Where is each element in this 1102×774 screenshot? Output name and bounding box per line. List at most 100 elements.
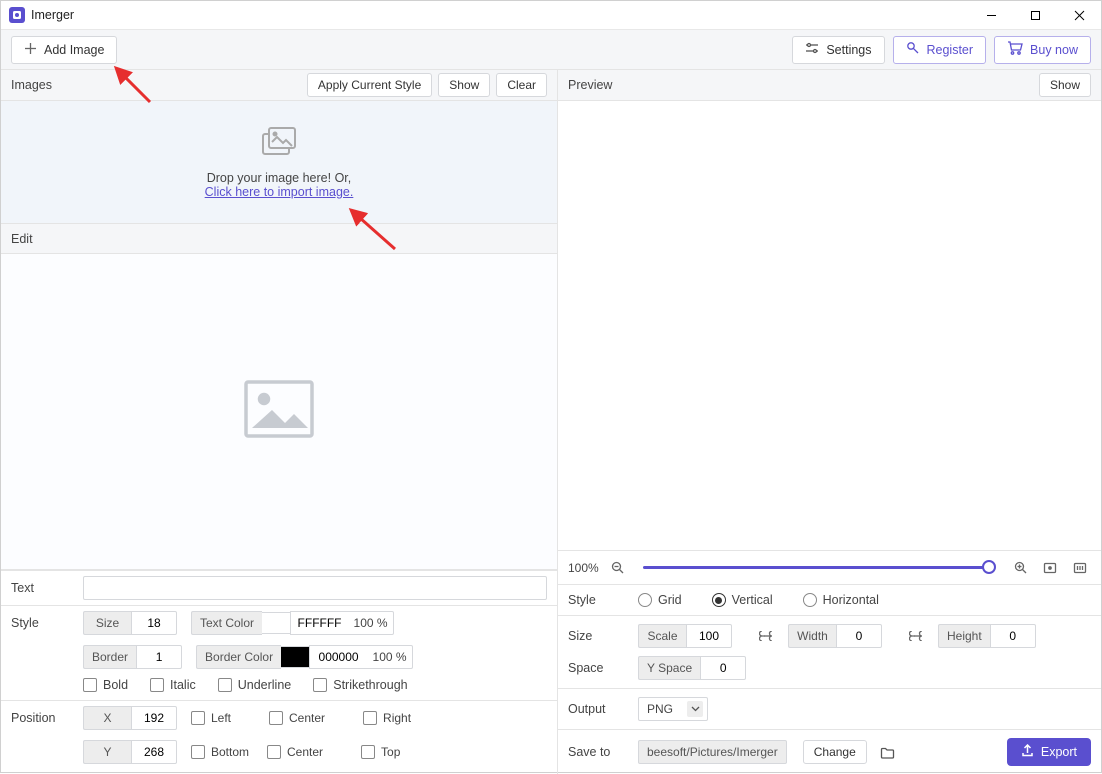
- dropzone-text: Drop your image here! Or,: [207, 171, 352, 185]
- hcenter-checkbox[interactable]: Center: [269, 711, 325, 725]
- grid-radio[interactable]: Grid: [638, 593, 682, 607]
- position-label: Position: [11, 711, 83, 725]
- key-icon: [906, 41, 920, 58]
- buy-now-label: Buy now: [1030, 43, 1078, 57]
- preview-style-row: Style Grid Vertical Horizontal: [558, 585, 1101, 615]
- edit-canvas: [1, 254, 557, 570]
- app-logo-icon: [9, 7, 25, 23]
- save-to-label: Save to: [568, 745, 628, 759]
- border-label: Border: [83, 645, 136, 669]
- bold-checkbox[interactable]: Bold: [83, 678, 128, 692]
- image-dropzone[interactable]: Drop your image here! Or, Click here to …: [1, 101, 557, 224]
- border-color-swatch[interactable]: [281, 646, 309, 668]
- yspace-input[interactable]: [700, 656, 746, 680]
- apply-current-style-button[interactable]: Apply Current Style: [307, 73, 432, 97]
- size-label: Size: [83, 611, 131, 635]
- vcenter-checkbox[interactable]: Center: [267, 745, 323, 759]
- text-color-hex-input[interactable]: [290, 611, 348, 635]
- width-input[interactable]: [836, 624, 882, 648]
- add-image-label: Add Image: [44, 43, 104, 57]
- actual-size-icon[interactable]: [1069, 557, 1091, 579]
- save-row: Save to beesoft/Pictures/Imerger Change …: [558, 730, 1101, 774]
- zoom-row: 100%: [558, 551, 1101, 585]
- text-color-pct[interactable]: 100 %: [348, 611, 394, 635]
- sliders-icon: [805, 42, 819, 57]
- window-close-button[interactable]: [1057, 1, 1101, 30]
- text-row: Text: [1, 571, 557, 605]
- text-color-swatch[interactable]: [262, 612, 290, 634]
- italic-checkbox[interactable]: Italic: [150, 678, 196, 692]
- scale-label: Scale: [638, 624, 686, 648]
- y-label: Y: [83, 740, 131, 764]
- text-color-label: Text Color: [191, 611, 262, 635]
- height-label: Height: [938, 624, 990, 648]
- horizontal-radio[interactable]: Horizontal: [803, 593, 879, 607]
- preview-space-row: Space Y Space: [558, 656, 1101, 688]
- settings-button[interactable]: Settings: [792, 36, 884, 64]
- window-maximize-button[interactable]: [1013, 1, 1057, 30]
- images-clear-button[interactable]: Clear: [496, 73, 547, 97]
- zoom-slider[interactable]: [643, 566, 995, 569]
- register-button[interactable]: Register: [893, 36, 987, 64]
- images-show-button[interactable]: Show: [438, 73, 490, 97]
- font-style-row: Bold Italic Underline Strikethrough: [1, 674, 557, 700]
- zoom-out-icon[interactable]: [607, 557, 629, 579]
- cart-icon: [1007, 41, 1023, 58]
- underline-checkbox[interactable]: Underline: [218, 678, 292, 692]
- preview-style-label: Style: [568, 593, 628, 607]
- vertical-radio[interactable]: Vertical: [712, 593, 773, 607]
- import-image-link[interactable]: Click here to import image.: [205, 185, 354, 199]
- bottom-checkbox[interactable]: Bottom: [191, 745, 249, 759]
- preview-panel-header: Preview Show: [558, 70, 1101, 101]
- export-icon: [1021, 744, 1034, 760]
- add-image-button[interactable]: Add Image: [11, 36, 117, 64]
- export-button[interactable]: Export: [1007, 738, 1091, 766]
- style-label: Style: [11, 616, 83, 630]
- app-title: Imerger: [31, 8, 74, 22]
- height-input[interactable]: [990, 624, 1036, 648]
- zoom-in-icon[interactable]: [1009, 557, 1031, 579]
- position-row-1: Position X Left Center Right: [1, 701, 557, 735]
- scale-input[interactable]: [686, 624, 732, 648]
- zoom-slider-thumb[interactable]: [982, 560, 996, 574]
- border-input[interactable]: [136, 645, 182, 669]
- position-row-2: Y Bottom Center Top: [1, 735, 557, 774]
- text-input[interactable]: [83, 576, 547, 600]
- strikethrough-checkbox[interactable]: Strikethrough: [313, 678, 407, 692]
- left-checkbox[interactable]: Left: [191, 711, 231, 725]
- x-label: X: [83, 706, 131, 730]
- fit-screen-icon[interactable]: [1039, 557, 1061, 579]
- top-checkbox[interactable]: Top: [361, 745, 400, 759]
- size-input[interactable]: [131, 611, 177, 635]
- y-input[interactable]: [131, 740, 177, 764]
- window-minimize-button[interactable]: [969, 1, 1013, 30]
- preview-title: Preview: [568, 78, 612, 92]
- preview-canvas: [558, 101, 1101, 551]
- link-icon-1[interactable]: [756, 625, 778, 647]
- edit-title: Edit: [11, 232, 33, 246]
- plus-icon: [24, 42, 37, 58]
- settings-label: Settings: [826, 43, 871, 57]
- preview-size-label: Size: [568, 629, 628, 643]
- preview-show-button[interactable]: Show: [1039, 73, 1091, 97]
- border-color-pct[interactable]: 100 %: [367, 645, 413, 669]
- output-row: Output PNG: [558, 689, 1101, 729]
- link-icon-2[interactable]: [906, 625, 928, 647]
- output-format-select[interactable]: PNG: [638, 697, 708, 721]
- images-panel-header: Images Apply Current Style Show Clear: [1, 70, 557, 101]
- change-path-button[interactable]: Change: [803, 740, 867, 764]
- open-folder-icon[interactable]: [877, 741, 899, 763]
- x-input[interactable]: [131, 706, 177, 730]
- buy-now-button[interactable]: Buy now: [994, 36, 1091, 64]
- border-color-hex-input[interactable]: [309, 645, 367, 669]
- right-checkbox[interactable]: Right: [363, 711, 411, 725]
- style-row-2: Border Border Color 100 %: [1, 640, 557, 674]
- zoom-pct: 100%: [568, 561, 599, 575]
- preview-space-label: Space: [568, 661, 628, 675]
- output-format-value: PNG: [647, 702, 673, 716]
- yspace-label: Y Space: [638, 656, 700, 680]
- left-panel: Images Apply Current Style Show Clear Dr…: [1, 70, 558, 774]
- edit-panel-header: Edit: [1, 224, 557, 254]
- main-toolbar: Add Image Settings Register Buy now: [1, 30, 1101, 70]
- chevron-down-icon: [687, 701, 703, 717]
